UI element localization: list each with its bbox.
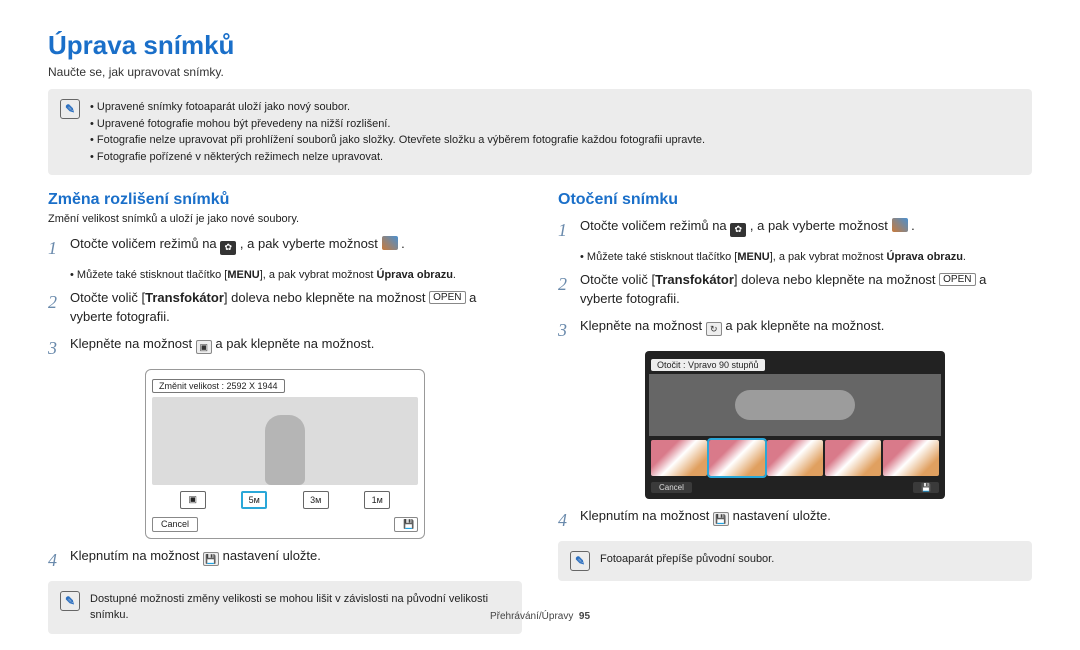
save-icon[interactable]: 💾 bbox=[394, 517, 418, 532]
step-text: Klepněte na možnost bbox=[580, 318, 706, 333]
step-number: 1 bbox=[558, 217, 580, 243]
rotate-preview-frame: Otočit : Vpravo 90 stupňů Cancel 💾 bbox=[645, 351, 945, 499]
note-icon: ✎ bbox=[60, 99, 80, 119]
frame-canvas bbox=[649, 374, 941, 436]
step-text: . bbox=[911, 218, 915, 233]
size-option[interactable]: ▣ bbox=[180, 491, 206, 509]
step-2: 2 Otočte volič [Transfokátor] doleva neb… bbox=[48, 289, 522, 327]
open-button-icon: OPEN bbox=[939, 273, 975, 286]
step-text: Otočte volič [ bbox=[70, 290, 145, 305]
size-option[interactable]: 1м bbox=[364, 491, 390, 509]
mode-dial-icon: ✿ bbox=[730, 223, 746, 237]
page-subtitle: Naučte se, jak upravovat snímky. bbox=[48, 65, 1032, 79]
bottom-note-right: ✎ Fotoaparát přepíše původní soubor. bbox=[558, 541, 1032, 581]
step-4: 4 Klepnutím na možnost 💾 nastavení uložt… bbox=[48, 547, 522, 573]
size-option-selected[interactable]: 5м bbox=[241, 491, 267, 509]
step-1-note: Můžete také stisknout tlačítko [MENU], a… bbox=[70, 269, 522, 281]
thumbnail[interactable] bbox=[825, 440, 881, 476]
step-number: 4 bbox=[558, 507, 580, 533]
resize-icon: ▣ bbox=[196, 340, 212, 354]
person-silhouette bbox=[265, 415, 305, 485]
step-text: Klepnutím na možnost bbox=[580, 508, 713, 523]
rotate-icon: ↻ bbox=[706, 322, 722, 336]
option-icon bbox=[892, 218, 908, 232]
cancel-button[interactable]: Cancel bbox=[152, 517, 198, 532]
step-text: , a pak vyberte možnost bbox=[240, 236, 382, 251]
page-footer: Přehrávání/Úpravy 95 bbox=[0, 611, 1080, 622]
page-title: Úprava snímků bbox=[48, 30, 1032, 61]
footer-section: Přehrávání/Úpravy bbox=[490, 611, 573, 622]
step-text: . bbox=[401, 236, 405, 251]
open-button-icon: OPEN bbox=[429, 291, 465, 304]
step-text: Otočte volič [ bbox=[580, 272, 655, 287]
step-3: 3 Klepněte na možnost ▣ a pak klepněte n… bbox=[48, 335, 522, 361]
section-rotate: Otočení snímku 1 Otočte voličem režimů n… bbox=[558, 191, 1032, 650]
frame-toolbar: ▣ 5м 3м 1м bbox=[152, 485, 418, 511]
top-note-list: Upravené snímky fotoaparát uloží jako no… bbox=[90, 99, 705, 165]
step-text: a pak klepněte na možnost. bbox=[215, 336, 374, 351]
body-silhouette bbox=[735, 390, 855, 420]
frame-label: Změnit velikost : 2592 X 1944 bbox=[152, 379, 285, 393]
page-number: 95 bbox=[579, 611, 590, 622]
mode-dial-icon: ✿ bbox=[220, 241, 236, 255]
step-number: 3 bbox=[558, 317, 580, 343]
size-option[interactable]: 3м bbox=[303, 491, 329, 509]
thumbnail-strip bbox=[649, 436, 941, 480]
thumbnail[interactable] bbox=[883, 440, 939, 476]
step-2: 2 Otočte volič [Transfokátor] doleva neb… bbox=[558, 271, 1032, 309]
top-note-item: Fotografie pořízené v některých režimech… bbox=[90, 149, 705, 166]
note-text: Fotoaparát přepíše původní soubor. bbox=[600, 551, 774, 568]
step-1: 1 Otočte voličem režimů na ✿ , a pak vyb… bbox=[558, 217, 1032, 243]
top-note-item: Upravené fotografie mohou být převedeny … bbox=[90, 116, 705, 133]
step-text: Otočte voličem režimů na bbox=[580, 218, 730, 233]
top-note-item: Upravené snímky fotoaparát uloží jako no… bbox=[90, 99, 705, 116]
frame-canvas bbox=[152, 397, 418, 485]
section-subtitle: Změní velikost snímků a uloží je jako no… bbox=[48, 213, 522, 225]
section-heading: Změna rozlišení snímků bbox=[48, 191, 522, 209]
thumbnail[interactable] bbox=[651, 440, 707, 476]
frame-label: Otočit : Vpravo 90 stupňů bbox=[651, 359, 765, 371]
save-icon[interactable]: 💾 bbox=[913, 482, 939, 493]
transfokator-label: Transfokátor bbox=[145, 290, 224, 305]
top-note-box: ✎ Upravené snímky fotoaparát uloží jako … bbox=[48, 89, 1032, 175]
step-text: nastavení uložte. bbox=[733, 508, 831, 523]
step-3: 3 Klepněte na možnost ↻ a pak klepněte n… bbox=[558, 317, 1032, 343]
save-icon: 💾 bbox=[713, 512, 729, 526]
step-text: ] doleva nebo klepněte na možnost bbox=[224, 290, 429, 305]
step-text: ] doleva nebo klepněte na možnost bbox=[734, 272, 939, 287]
step-text: Klepnutím na možnost bbox=[70, 548, 203, 563]
step-number: 2 bbox=[48, 289, 70, 327]
resize-preview-frame: Změnit velikost : 2592 X 1944 ▣ 5м 3м 1м… bbox=[145, 369, 425, 539]
top-note-item: Fotografie nelze upravovat při prohlížen… bbox=[90, 132, 705, 149]
step-1-note: Můžete také stisknout tlačítko [MENU], a… bbox=[580, 251, 1032, 263]
bottom-note-left: ✎ Dostupné možnosti změny velikosti se m… bbox=[48, 581, 522, 634]
save-icon: 💾 bbox=[203, 552, 219, 566]
note-icon: ✎ bbox=[60, 591, 80, 611]
step-text: Klepněte na možnost bbox=[70, 336, 196, 351]
cancel-button[interactable]: Cancel bbox=[651, 482, 692, 493]
step-text: nastavení uložte. bbox=[223, 548, 321, 563]
thumbnail[interactable] bbox=[767, 440, 823, 476]
step-number: 2 bbox=[558, 271, 580, 309]
step-number: 3 bbox=[48, 335, 70, 361]
note-icon: ✎ bbox=[570, 551, 590, 571]
section-resize: Změna rozlišení snímků Změní velikost sn… bbox=[48, 191, 522, 650]
option-icon bbox=[382, 236, 398, 250]
step-text: a pak klepněte na možnost. bbox=[725, 318, 884, 333]
transfokator-label: Transfokátor bbox=[655, 272, 734, 287]
thumbnail-selected[interactable] bbox=[709, 440, 765, 476]
step-number: 4 bbox=[48, 547, 70, 573]
step-number: 1 bbox=[48, 235, 70, 261]
step-4: 4 Klepnutím na možnost 💾 nastavení uložt… bbox=[558, 507, 1032, 533]
step-text: Otočte voličem režimů na bbox=[70, 236, 220, 251]
step-text: , a pak vyberte možnost bbox=[750, 218, 892, 233]
section-heading: Otočení snímku bbox=[558, 191, 1032, 209]
step-1: 1 Otočte voličem režimů na ✿ , a pak vyb… bbox=[48, 235, 522, 261]
